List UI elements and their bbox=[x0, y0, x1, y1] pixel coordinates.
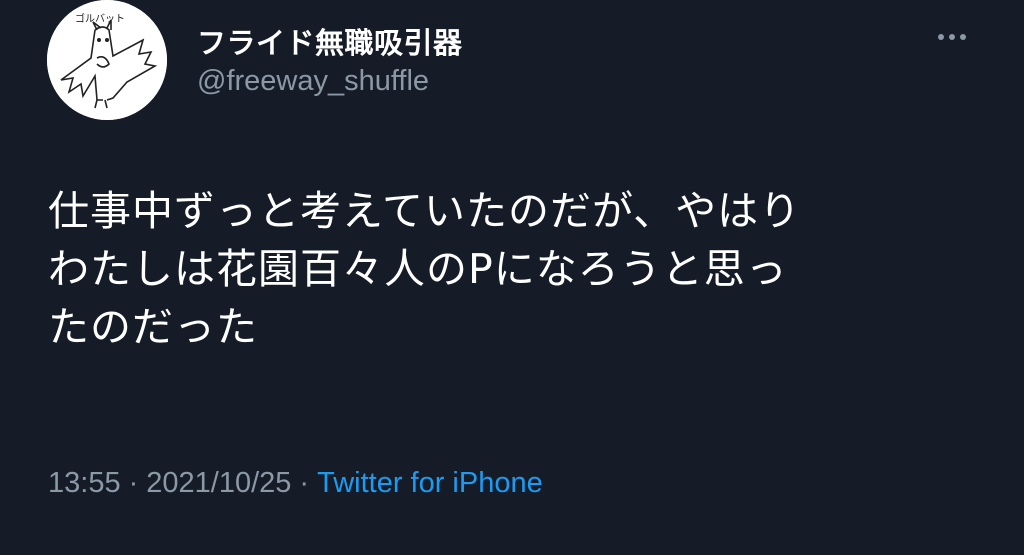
tweet-text-line: 仕事中ずっと考えていたのだが、やはり bbox=[48, 187, 802, 235]
separator: · bbox=[299, 467, 310, 499]
more-options-button[interactable] bbox=[930, 22, 974, 52]
bat-drawing-avatar-icon: ゴルバット bbox=[47, 0, 167, 120]
tweet-source-link[interactable]: Twitter for iPhone bbox=[317, 467, 543, 499]
more-dots-icon bbox=[949, 34, 955, 40]
tweet-text: 仕事中ずっと考えていたのだが、やはり わたしは花園百々人のPになろうと思っ たの… bbox=[48, 182, 978, 356]
tweet-time[interactable]: 13:55 bbox=[48, 467, 121, 499]
more-dots-icon bbox=[960, 34, 966, 40]
tweet-text-line: わたしは花園百々人のPになろうと思っ bbox=[48, 245, 788, 293]
user-avatar[interactable]: ゴルバット bbox=[47, 0, 167, 120]
avatar-caption: ゴルバット bbox=[75, 12, 125, 25]
display-name[interactable]: フライド無職吸引器 bbox=[197, 20, 463, 62]
tweet-text-line: たのだった bbox=[48, 303, 258, 351]
separator: · bbox=[128, 467, 139, 499]
tweet: ゴルバット フライド無職吸引器 @freeway_shuffle 仕事中ずっと考… bbox=[0, 0, 1024, 555]
more-dots-icon bbox=[938, 34, 944, 40]
tweet-metadata: 13:55 · 2021/10/25 · Twitter for iPhone bbox=[48, 467, 543, 500]
user-handle[interactable]: @freeway_shuffle bbox=[197, 65, 429, 98]
tweet-date[interactable]: 2021/10/25 bbox=[146, 467, 291, 499]
